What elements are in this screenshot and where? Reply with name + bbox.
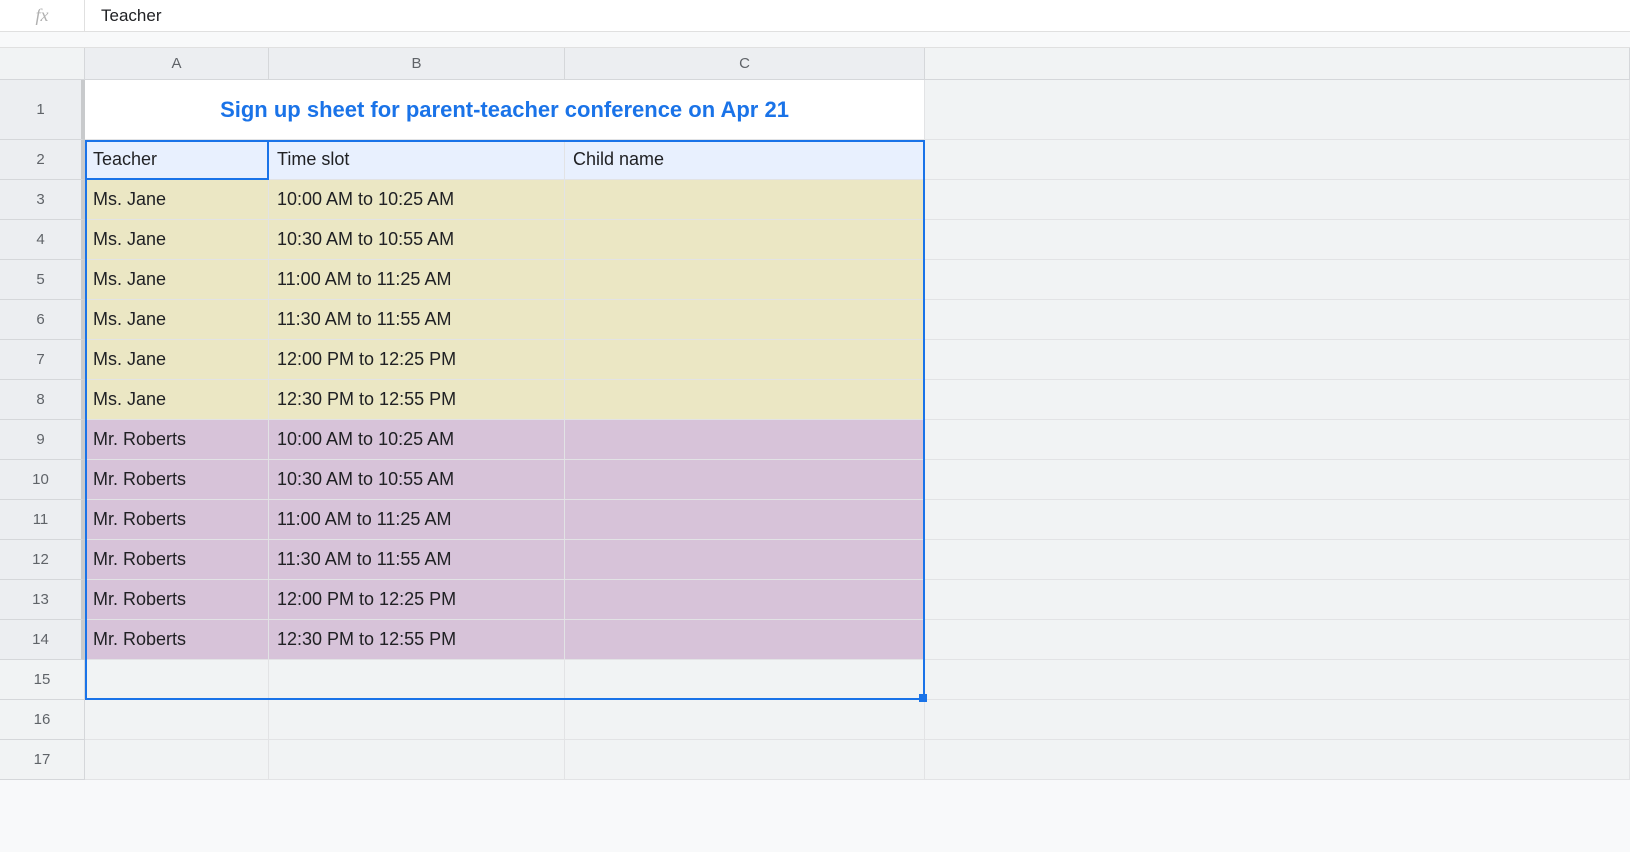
row-header-12[interactable]: 12 [0,540,85,580]
cell-teacher-11[interactable]: Mr. Roberts [85,500,269,540]
row-header-10[interactable]: 10 [0,460,85,500]
cell-c16[interactable] [565,700,925,740]
filler-3 [925,180,1630,220]
cell-timeslot-4[interactable]: 10:30 AM to 10:55 AM [269,220,565,260]
cell-child-9[interactable] [565,420,925,460]
cell-teacher-10[interactable]: Mr. Roberts [85,460,269,500]
cell-child-7[interactable] [565,340,925,380]
filler-6 [925,300,1630,340]
cell-teacher-7[interactable]: Ms. Jane [85,340,269,380]
cell-teacher-12[interactable]: Mr. Roberts [85,540,269,580]
cell-child-6[interactable] [565,300,925,340]
filler-9 [925,420,1630,460]
filler-7 [925,340,1630,380]
cell-a17[interactable] [85,740,269,780]
row-header-5[interactable]: 5 [0,260,85,300]
cell-c15[interactable] [565,660,925,700]
cell-teacher-13[interactable]: Mr. Roberts [85,580,269,620]
row-header-8[interactable]: 8 [0,380,85,420]
row-header-17[interactable]: 17 [0,740,85,780]
cell-timeslot-5[interactable]: 11:00 AM to 11:25 AM [269,260,565,300]
filler-11 [925,500,1630,540]
column-header-c[interactable]: C [565,48,925,80]
row-header-15[interactable]: 15 [0,660,85,700]
cell-teacher-4[interactable]: Ms. Jane [85,220,269,260]
filler-10 [925,460,1630,500]
cell-teacher-14[interactable]: Mr. Roberts [85,620,269,660]
row-header-3[interactable]: 3 [0,180,85,220]
cell-timeslot-11[interactable]: 11:00 AM to 11:25 AM [269,500,565,540]
cell-timeslot-13[interactable]: 12:00 PM to 12:25 PM [269,580,565,620]
cell-child-3[interactable] [565,180,925,220]
cell-child-5[interactable] [565,260,925,300]
cell-a16[interactable] [85,700,269,740]
cell-child-8[interactable] [565,380,925,420]
cell-child-11[interactable] [565,500,925,540]
cell-timeslot-9[interactable]: 10:00 AM to 10:25 AM [269,420,565,460]
row-header-16[interactable]: 16 [0,700,85,740]
column-header-a[interactable]: A [85,48,269,80]
header-teacher[interactable]: Teacher [85,140,269,180]
filler-14 [925,620,1630,660]
row-header-4[interactable]: 4 [0,220,85,260]
filler-2 [925,140,1630,180]
filler-5 [925,260,1630,300]
cell-timeslot-10[interactable]: 10:30 AM to 10:55 AM [269,460,565,500]
cell-timeslot-8[interactable]: 12:30 PM to 12:55 PM [269,380,565,420]
toolbar-spacer [0,32,1630,48]
cell-timeslot-14[interactable]: 12:30 PM to 12:55 PM [269,620,565,660]
column-header-b[interactable]: B [269,48,565,80]
formula-bar: fx [0,0,1630,32]
content-area: Sign up sheet for parent-teacher confere… [85,80,1630,780]
cell-timeslot-3[interactable]: 10:00 AM to 10:25 AM [269,180,565,220]
row-header-11[interactable]: 11 [0,500,85,540]
row-header-2[interactable]: 2 [0,140,85,180]
cell-c17[interactable] [565,740,925,780]
cell-timeslot-7[interactable]: 12:00 PM to 12:25 PM [269,340,565,380]
spreadsheet-grid: A B C 1234567891011121314151617 Sign up … [0,48,1630,780]
cell-timeslot-6[interactable]: 11:30 AM to 11:55 AM [269,300,565,340]
title-cell[interactable]: Sign up sheet for parent-teacher confere… [85,80,925,140]
formula-input[interactable] [85,0,1630,31]
filler-15 [925,660,1630,700]
filler-13 [925,580,1630,620]
cell-b17[interactable] [269,740,565,780]
row-header-1[interactable]: 1 [0,80,85,140]
cell-child-4[interactable] [565,220,925,260]
row-header-7[interactable]: 7 [0,340,85,380]
header-time-slot[interactable]: Time slot [269,140,565,180]
cell-b15[interactable] [269,660,565,700]
filler-1 [925,80,1630,140]
cell-teacher-3[interactable]: Ms. Jane [85,180,269,220]
column-header-rest [925,48,1630,80]
filler-8 [925,380,1630,420]
filler-17 [925,740,1630,780]
select-all-corner[interactable] [0,48,85,80]
cell-teacher-9[interactable]: Mr. Roberts [85,420,269,460]
cell-child-14[interactable] [565,620,925,660]
cell-a15[interactable] [85,660,269,700]
filler-12 [925,540,1630,580]
row-headers: 1234567891011121314151617 [0,80,85,780]
cell-child-12[interactable] [565,540,925,580]
cell-teacher-5[interactable]: Ms. Jane [85,260,269,300]
filler-16 [925,700,1630,740]
cell-teacher-6[interactable]: Ms. Jane [85,300,269,340]
cell-child-13[interactable] [565,580,925,620]
fx-icon[interactable]: fx [0,0,85,31]
row-header-9[interactable]: 9 [0,420,85,460]
cell-b16[interactable] [269,700,565,740]
row-header-13[interactable]: 13 [0,580,85,620]
filler-4 [925,220,1630,260]
cell-timeslot-12[interactable]: 11:30 AM to 11:55 AM [269,540,565,580]
header-child-name[interactable]: Child name [565,140,925,180]
row-header-14[interactable]: 14 [0,620,85,660]
cell-child-10[interactable] [565,460,925,500]
cell-teacher-8[interactable]: Ms. Jane [85,380,269,420]
row-header-6[interactable]: 6 [0,300,85,340]
